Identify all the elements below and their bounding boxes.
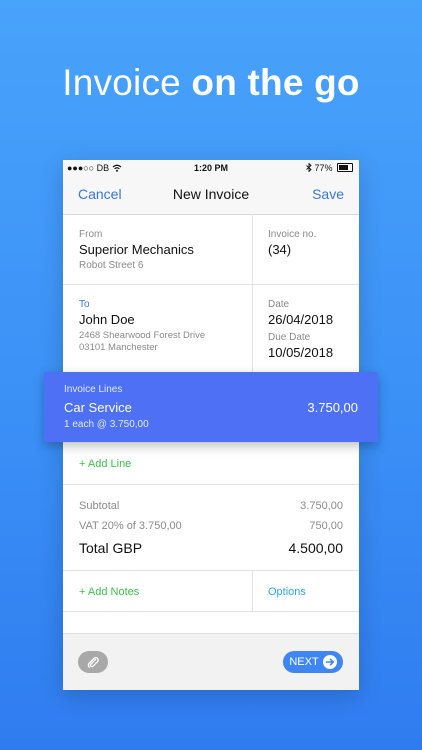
headline-light: Invoice [62,62,181,103]
subtotal-label: Subtotal [79,500,120,512]
from-field[interactable]: From Superior Mechanics Robot Street 6 [63,214,252,284]
next-button[interactable]: NEXT [283,651,343,673]
bottom-toolbar: NEXT [63,633,359,690]
to-row: To John Doe 2468 Shearwood Forest Drive … [63,285,359,373]
invoice-lines-card[interactable]: Invoice Lines Car Service 3.750,00 1 eac… [44,372,378,442]
to-name: John Doe [79,312,135,327]
column-divider [252,571,253,611]
due-date-value: 10/05/2018 [268,345,334,360]
to-address-line1: 2468 Shearwood Forest Drive [79,330,206,341]
next-label: NEXT [289,656,319,668]
arrow-right-icon [322,655,337,669]
status-bar: ●●●○○ DB 1:20 PM 77% [63,160,359,176]
vat-label: VAT 20% of 3.750,00 [79,520,182,532]
battery-percent: 77% [314,163,333,173]
due-date-label: Due Date [268,332,311,343]
invoice-number-value: (34) [268,242,292,257]
vat-value: 750,00 [309,520,343,532]
bluetooth-icon [306,162,312,173]
line-item-amount: 3.750,00 [307,400,358,415]
invoice-number-label: Invoice no. [268,229,317,240]
phone-screen: ●●●○○ DB 1:20 PM 77% Cancel New Invoice … [44,160,378,690]
date-value: 26/04/2018 [268,312,334,327]
add-line-button[interactable]: + Add Line [79,458,131,470]
line-item-name: Car Service [64,400,132,415]
add-notes-button[interactable]: + Add Notes [79,586,139,598]
to-label: To [79,299,90,310]
invoice-lines-label: Invoice Lines [64,384,123,395]
attach-button[interactable] [78,651,108,673]
notes-row: + Add Notes Options [63,571,359,612]
to-field[interactable]: To John Doe 2468 Shearwood Forest Drive … [63,285,252,373]
from-label: From [79,229,103,240]
date-field[interactable]: Date 26/04/2018 Due Date 10/05/2018 [253,285,359,373]
date-label: Date [268,299,290,310]
options-button[interactable]: Options [268,586,306,598]
from-row: From Superior Mechanics Robot Street 6 I… [63,214,359,285]
headline: Invoice on the go [0,62,422,104]
add-line-row: + Add Line [63,442,359,485]
total-label: Total GBP [79,540,143,556]
summary-section: Subtotal 3.750,00 VAT 20% of 3.750,00 75… [63,485,359,571]
to-address-line2: 03101 Manchester [79,342,158,353]
save-button[interactable]: Save [312,186,344,202]
line-item-detail: 1 each @ 3.750,00 [64,419,149,430]
headline-bold: on the go [191,62,360,103]
battery-icon [337,163,353,172]
paperclip-icon [87,656,99,668]
battery-status: 77% [306,162,353,173]
from-address: Robot Street 6 [79,260,144,271]
total-value: 4.500,00 [288,540,344,556]
from-name: Superior Mechanics [79,242,194,257]
invoice-number-field[interactable]: Invoice no. (34) [253,214,359,284]
subtotal-value: 3.750,00 [300,500,343,512]
nav-bar: Cancel New Invoice Save [63,176,359,215]
